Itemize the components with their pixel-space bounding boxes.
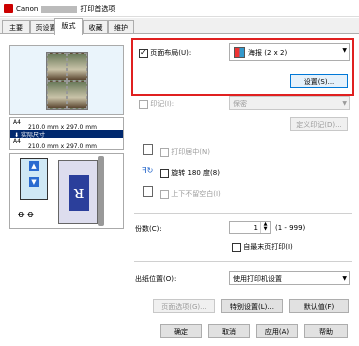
- print-center-row: 打印居中(N): [160, 147, 210, 157]
- print-center-label: 打印居中(N): [171, 148, 210, 156]
- canon-app-icon: [4, 4, 13, 13]
- page-options-button[interactable]: 页面选项(G)...: [153, 299, 215, 313]
- page-layout-row: 页面布局(U):: [139, 48, 191, 58]
- stamp-label: 印记(I):: [150, 100, 175, 108]
- separator: [134, 213, 352, 214]
- chevron-down-icon: ▼: [342, 275, 347, 282]
- reverse-order-checkbox[interactable]: [232, 242, 241, 252]
- copies-range: (1 - 999): [275, 224, 306, 232]
- rotate-label: 旋转 180 度(8): [171, 169, 220, 177]
- flip-label: 上下不留空白(I): [171, 190, 221, 198]
- special-settings-button[interactable]: 特别设置(L)...: [221, 299, 283, 313]
- redacted-model-name: [41, 5, 78, 13]
- poster-tile: [67, 81, 87, 109]
- tab-layout[interactable]: 版式: [54, 18, 83, 35]
- reverse-order-row: 自最末页打印(I): [232, 242, 293, 252]
- poster-tile: [47, 53, 67, 81]
- poster-layout-icon: [234, 47, 245, 58]
- define-stamp-button[interactable]: 定义印记(D)...: [290, 117, 348, 131]
- page-layout-label: 页面布局(U):: [150, 49, 192, 57]
- tab-favorites[interactable]: 收藏: [83, 20, 108, 34]
- flip-row: 上下不留空白(I): [160, 189, 221, 199]
- rotate-icon: ꟻ↻: [142, 166, 154, 175]
- printer-tray-icon: ▲ ▼: [20, 158, 48, 200]
- defaults-button[interactable]: 默认值(F): [289, 299, 349, 313]
- page-preview: [9, 45, 124, 115]
- up-arrow-icon: ▲: [29, 161, 39, 171]
- separator: [134, 261, 352, 262]
- stamp-checkbox[interactable]: [139, 99, 148, 109]
- page-layout-checkbox[interactable]: [139, 48, 148, 58]
- poster-preview-image: [46, 52, 88, 110]
- stamp-value: 保密: [233, 100, 247, 108]
- page-layout-select[interactable]: 海报 (2 x 2) ▼: [229, 43, 350, 61]
- paper-size-bottom: A4: [13, 138, 21, 145]
- brand-label: Canon: [16, 5, 39, 13]
- print-center-icon: [143, 144, 153, 155]
- duplex-icon: ꝋ ꝋ: [18, 210, 34, 220]
- spin-arrows-icon[interactable]: ▲ ▼: [260, 222, 270, 233]
- paper-size-label: A4: [13, 119, 21, 126]
- title-suffix: 打印首选项: [80, 5, 116, 13]
- scaling-label: 实际尺寸: [20, 132, 45, 139]
- help-button[interactable]: 帮助: [304, 324, 348, 338]
- print-center-checkbox[interactable]: [160, 147, 169, 157]
- stamp-row: 印记(I):: [139, 99, 174, 109]
- chevron-down-icon: ▼: [342, 47, 347, 54]
- rotate-180-checkbox[interactable]: [160, 168, 169, 178]
- apply-button[interactable]: 应用(A): [256, 324, 298, 338]
- reverse-order-label: 自最末页打印(I): [243, 243, 293, 251]
- copies-label: 份数(C):: [135, 225, 162, 233]
- mirrored-r-icon: ᴚ: [69, 175, 89, 211]
- poster-tile: [67, 53, 87, 81]
- layout-settings-button[interactable]: 设置(S)...: [290, 74, 348, 88]
- poster-tile: [47, 81, 67, 109]
- window-title: Canon 打印首选项: [16, 4, 115, 14]
- roll-holder-icon: [98, 156, 104, 226]
- down-arrow-icon: ▼: [29, 177, 39, 187]
- tab-main[interactable]: 主要: [2, 20, 30, 34]
- page-layout-value: 海报 (2 x 2): [248, 49, 288, 57]
- media-preview: ▲ ▼ ᴚ ꝋ ꝋ: [9, 153, 124, 229]
- scaling-indicator: ⬇ 实际尺寸: [10, 130, 123, 139]
- output-tray-label: 出纸位置(O):: [135, 275, 177, 283]
- ok-button[interactable]: 确定: [160, 324, 202, 338]
- flip-icon: [143, 186, 153, 197]
- chevron-down-icon: ▼: [342, 100, 347, 107]
- tab-maintenance[interactable]: 维护: [108, 20, 134, 34]
- output-tray-value: 使用打印机设置: [233, 275, 282, 283]
- paper-roll-icon: ᴚ: [58, 160, 98, 224]
- stamp-select[interactable]: 保密 ▼: [229, 96, 350, 110]
- output-tray-select[interactable]: 使用打印机设置 ▼: [229, 271, 350, 285]
- title-bar: Canon 打印首选项: [0, 0, 359, 17]
- rotate-row: 旋转 180 度(8): [160, 168, 220, 178]
- cancel-button[interactable]: 取消: [208, 324, 250, 338]
- copies-value: 1: [253, 224, 258, 232]
- copies-spinbox[interactable]: 1 ▲ ▼: [229, 221, 271, 234]
- tab-strip: 主要 页设置 版式 收藏 维护: [0, 18, 359, 35]
- flip-checkbox[interactable]: [160, 189, 169, 199]
- paper-size-info: A4 210.0 mm x 297.0 mm ⬇ 实际尺寸 A4 210.0 m…: [9, 117, 124, 150]
- paper-dims-bottom: 210.0 mm x 297.0 mm: [28, 143, 97, 150]
